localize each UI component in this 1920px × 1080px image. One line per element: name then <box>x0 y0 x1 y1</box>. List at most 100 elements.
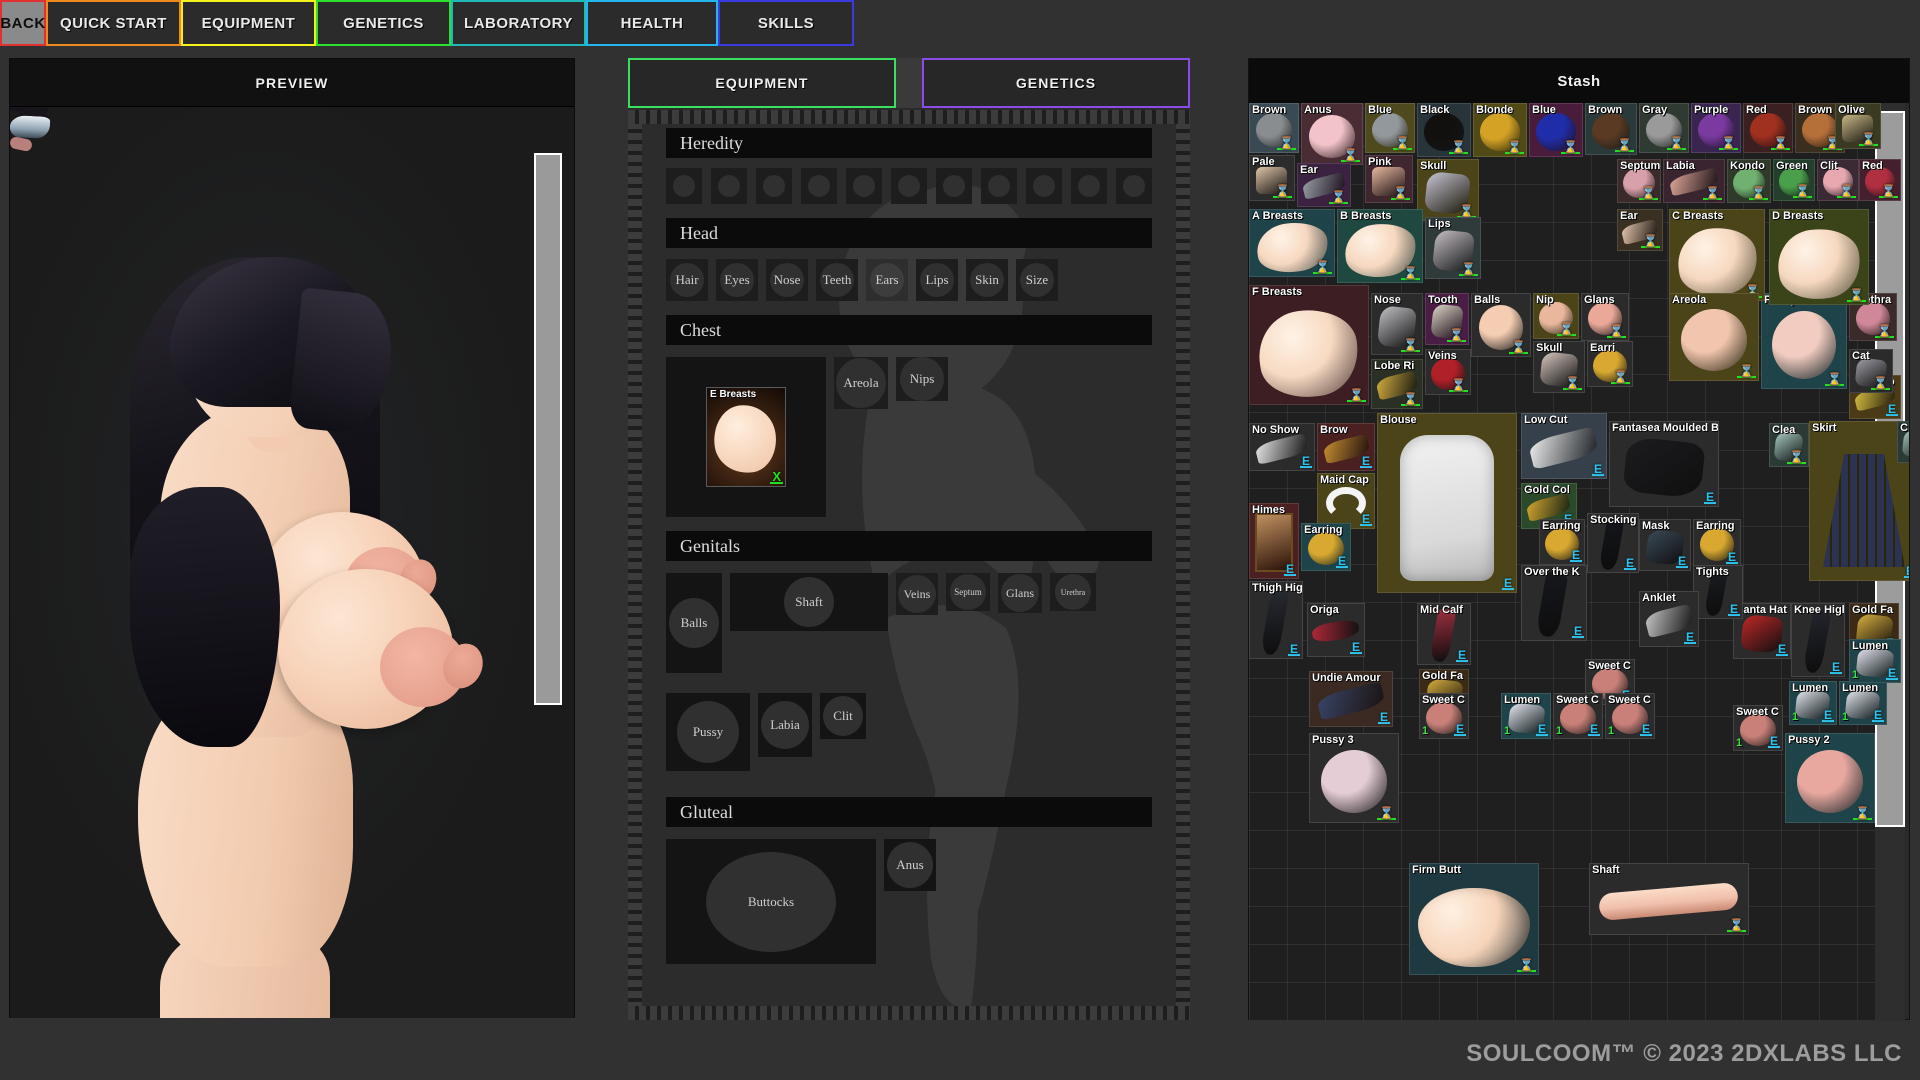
tab-equipment[interactable]: EQUIPMENT <box>181 0 316 46</box>
stash-item[interactable]: Earring E <box>1539 519 1585 565</box>
stash-item[interactable]: Sweet C E 1 <box>1605 693 1655 739</box>
slot-veins[interactable]: Veins <box>896 573 938 615</box>
heredity-slot-11[interactable] <box>1116 168 1152 204</box>
stash-item[interactable]: Veins ⌛ <box>1425 349 1471 395</box>
stash-item[interactable]: Earri ⌛ <box>1587 341 1633 387</box>
slot-skin[interactable]: Skin <box>966 259 1008 301</box>
stash-item[interactable]: Olive ⌛ <box>1835 103 1881 149</box>
stash-item[interactable]: Sweet C E 1 <box>1419 693 1469 739</box>
tab-health[interactable]: HEALTH <box>586 0 718 46</box>
stash-item[interactable]: Kondo ⌛ <box>1727 159 1771 203</box>
slot-urethra[interactable]: Urethra <box>1050 573 1096 611</box>
slot-nips[interactable]: Nips <box>896 357 948 401</box>
stash-item[interactable]: Thigh High E <box>1249 581 1303 659</box>
stash-item[interactable]: Shaft ⌛ <box>1589 863 1749 935</box>
stash-item[interactable]: Stocking E <box>1587 513 1639 573</box>
stash-item[interactable]: Mask E <box>1639 519 1691 571</box>
stash-item[interactable]: Blonde ⌛ <box>1473 103 1527 157</box>
heredity-slot-2[interactable] <box>711 168 747 204</box>
stash-item[interactable]: B Breasts ⌛ <box>1337 209 1423 283</box>
stash-item[interactable]: Pale ⌛ <box>1249 155 1295 201</box>
stash-item[interactable]: D Breasts ⌛ <box>1769 209 1869 305</box>
slot-shaft[interactable]: Shaft <box>730 573 888 631</box>
stash-item[interactable]: Lumen E 1 <box>1501 693 1551 739</box>
slot-eyes[interactable]: Eyes <box>716 259 758 301</box>
stash-item[interactable]: Gray ⌛ <box>1639 103 1689 153</box>
slot-ears[interactable]: Ears <box>866 259 908 301</box>
heredity-slot-8[interactable] <box>981 168 1017 204</box>
stash-item[interactable]: Blue ⌛ <box>1529 103 1583 157</box>
stash-item[interactable]: Knee High E <box>1791 603 1845 677</box>
stash-item[interactable]: A Breasts ⌛ <box>1249 209 1335 277</box>
stash-item[interactable]: Brown ⌛ <box>1249 103 1299 153</box>
stash-item[interactable]: Pink ⌛ <box>1365 155 1413 203</box>
slot-nose[interactable]: Nose <box>766 259 808 301</box>
slot-breasts[interactable]: E Breasts X <box>666 357 826 517</box>
stash-item[interactable]: Brown ⌛ <box>1585 103 1637 155</box>
heredity-slot-5[interactable] <box>846 168 882 204</box>
slot-glans[interactable]: Glans <box>998 573 1042 613</box>
slot-buttocks[interactable]: Buttocks <box>666 839 876 964</box>
stash-item[interactable]: Skull ⌛ <box>1417 159 1479 221</box>
stash-item[interactable]: Anus ⌛ <box>1301 103 1363 165</box>
stash-item[interactable]: Red ⌛ <box>1743 103 1793 153</box>
stash-item[interactable]: Maid Cap E <box>1317 473 1375 529</box>
stash-item[interactable]: Earring E <box>1693 519 1741 567</box>
tab-quick-start[interactable]: QUICK START <box>46 0 181 46</box>
heredity-slot-7[interactable] <box>936 168 972 204</box>
stash-item[interactable]: Clea⌛ <box>1769 423 1809 467</box>
stash-item[interactable]: Blouse E <box>1377 413 1517 593</box>
stash-item[interactable]: Fantasea Moulded Bra E <box>1609 421 1719 507</box>
heredity-slot-1[interactable] <box>666 168 702 204</box>
slot-balls[interactable]: Balls <box>666 573 722 673</box>
stash-item[interactable]: Tights E <box>1693 565 1743 619</box>
stash-item[interactable]: Sweet C E 1 <box>1733 705 1783 751</box>
stash-item[interactable]: Clea⌛ <box>1897 421 1909 463</box>
slot-labia[interactable]: Labia <box>758 693 812 757</box>
heredity-slot-6[interactable] <box>891 168 927 204</box>
stash-item[interactable]: No Show E <box>1249 423 1315 471</box>
stash-item[interactable]: Areola ⌛ <box>1669 293 1759 381</box>
slot-areola[interactable]: Areola <box>834 357 888 409</box>
stash-item[interactable]: C Breasts ⌛ <box>1669 209 1765 301</box>
stash-item[interactable]: Tooth ⌛ <box>1425 293 1469 345</box>
slot-anus[interactable]: Anus <box>884 839 936 891</box>
stash-item[interactable]: Lumen E 1 <box>1839 681 1887 725</box>
slot-pussy[interactable]: Pussy <box>666 693 750 771</box>
stash-item[interactable]: Low Cut E <box>1521 413 1607 479</box>
stash-item[interactable]: Clit ⌛ <box>1817 159 1859 201</box>
stash-item[interactable]: Anklet E <box>1639 591 1699 647</box>
stash-item[interactable]: Black ⌛ <box>1417 103 1471 157</box>
heredity-slot-3[interactable] <box>756 168 792 204</box>
slot-lips[interactable]: Lips <box>916 259 958 301</box>
slot-clit[interactable]: Clit <box>820 693 866 739</box>
tab-laboratory[interactable]: LABORATORY <box>451 0 586 46</box>
stash-item[interactable]: Himes E <box>1249 503 1299 579</box>
stash-item[interactable]: Labia ⌛ <box>1663 159 1725 203</box>
slot-hair[interactable]: Hair <box>666 259 708 301</box>
stash-item[interactable]: Skull ⌛ <box>1533 341 1585 393</box>
stash-item[interactable]: Over the K E <box>1521 565 1587 641</box>
stash-item[interactable]: Blue ⌛ <box>1365 103 1415 153</box>
preview-scrollbar[interactable] <box>534 153 562 705</box>
stash-item[interactable]: Pussy 3 ⌛ <box>1309 733 1399 823</box>
stash-item[interactable]: F Breasts ⌛ <box>1249 285 1369 405</box>
stash-item[interactable]: Lumen E 1 <box>1849 639 1901 683</box>
stash-item[interactable]: Purple ⌛ <box>1691 103 1741 153</box>
stash-item[interactable]: Lobe Ri ⌛ <box>1371 359 1423 409</box>
stash-item[interactable]: Green ⌛ <box>1773 159 1815 201</box>
tab-editor-equipment[interactable]: EQUIPMENT <box>628 58 896 108</box>
stash-item[interactable]: Balls ⌛ <box>1471 293 1531 357</box>
stash-item[interactable]: Firm Butt ⌛ <box>1409 863 1539 975</box>
stash-item[interactable]: Septum ⌛ <box>1617 159 1661 203</box>
stash-item[interactable]: Lips ⌛ <box>1425 217 1481 279</box>
heredity-slot-4[interactable] <box>801 168 837 204</box>
stash-item[interactable]: Undie Amour E <box>1309 671 1393 727</box>
stash-item[interactable]: Sweet C E 1 <box>1553 693 1603 739</box>
slot-size[interactable]: Size <box>1016 259 1058 301</box>
stash-item[interactable]: Glans ⌛ <box>1581 293 1629 341</box>
character-preview-stage[interactable] <box>10 107 574 1018</box>
stash-grid[interactable]: Brown ⌛ Anus ⌛ Blue ⌛ Black ⌛ Blonde ⌛ Blue ⌛ Brown ⌛… <box>1249 103 1909 1021</box>
stash-item[interactable]: Red ⌛ <box>1859 159 1901 201</box>
heredity-slot-9[interactable] <box>1026 168 1062 204</box>
